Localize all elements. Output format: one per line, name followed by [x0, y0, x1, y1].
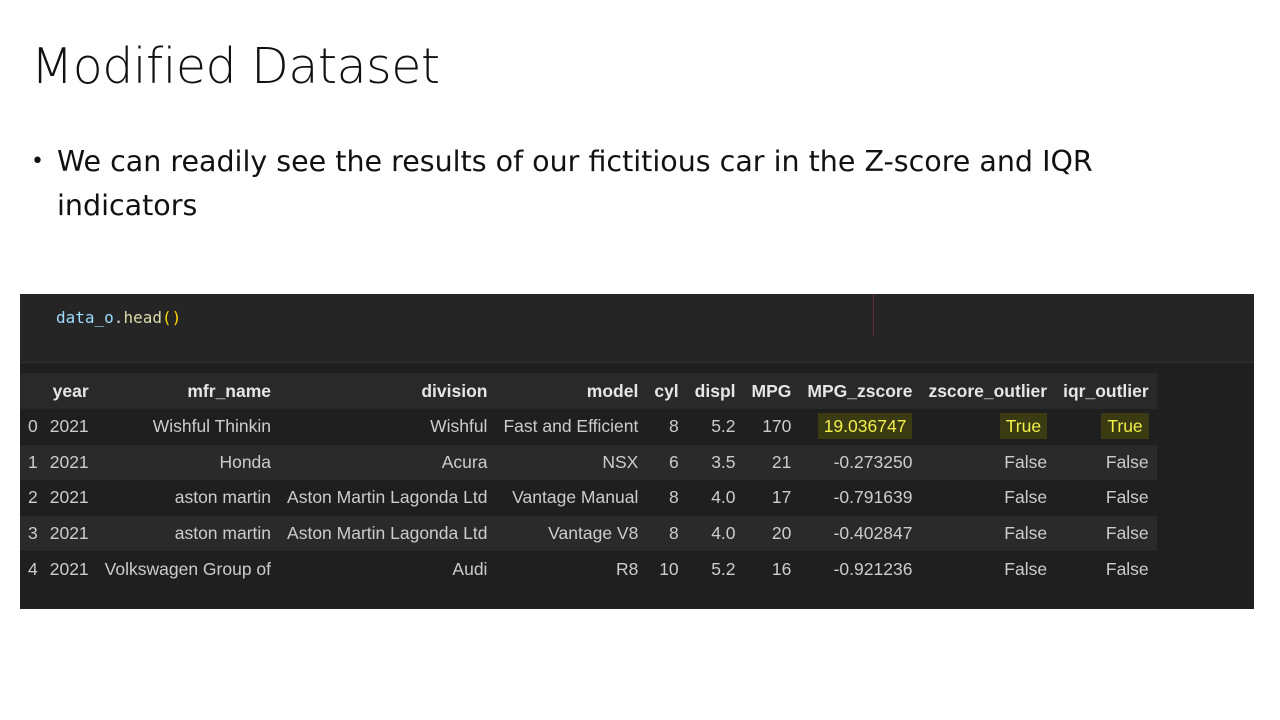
table-cell: 4.0 [686, 480, 744, 516]
table-cell: 2021 [41, 480, 97, 516]
table-cell: False [920, 444, 1056, 481]
code-line: data_o.head() [56, 308, 181, 327]
dataframe-table: year mfr_name division model cyl displ MPG MPG_… [20, 373, 1157, 587]
table-cell: Volkswagen Group of [96, 551, 280, 587]
table-cell: True [1055, 409, 1157, 445]
table-cell: R8 [495, 551, 647, 587]
slide-title: Modified Dataset [31, 38, 440, 95]
table-cell: Aston Martin Lagonda Ltd [279, 515, 496, 552]
table-cell: aston martin [96, 515, 280, 552]
table-cell: 5.2 [686, 551, 744, 587]
table-row: 0 2021 Wishful Thinkin Wishful Fast and Effi… [20, 409, 1157, 445]
slide: Modified Dataset • We can readily see th… [0, 0, 1280, 720]
column-header: mfr_name [96, 373, 280, 409]
table-cell: 21 [743, 444, 800, 481]
table-cell: False [1055, 480, 1157, 516]
index-header [20, 373, 42, 409]
table-row: 4 2021 Volkswagen Group of Audi R8 10 5.2 16 -0.… [20, 551, 1157, 587]
table-cell: Wishful Thinkin [96, 409, 280, 445]
table-cell: 170 [743, 409, 800, 445]
table-cell: -0.273250 [799, 444, 921, 481]
row-index: 2 [20, 480, 42, 516]
table-cell: Aston Martin Lagonda Ltd [279, 480, 496, 516]
table-cell: 8 [646, 515, 687, 552]
table-row: 3 2021 aston martin Aston Martin Lagonda Lt… [20, 515, 1157, 552]
table-cell: Vantage Manual [495, 480, 647, 516]
table-cell: Honda [96, 444, 280, 481]
code-dot: . [113, 308, 124, 327]
table-cell: Acura [279, 444, 496, 481]
notebook-output-panel: data_o.head() year mfr_name division model c… [20, 294, 1254, 609]
row-index: 0 [20, 409, 42, 445]
table-cell: 2021 [41, 551, 97, 587]
dataframe-output: year mfr_name division model cyl displ MPG MPG_… [20, 373, 1157, 587]
editor-ruler [873, 294, 874, 336]
code-variable: data_o [56, 308, 114, 327]
column-header: iqr_outlier [1055, 373, 1157, 409]
table-cell: 2021 [41, 444, 97, 481]
code-method: head [123, 308, 162, 327]
table-cell: 6 [646, 444, 687, 481]
table-cell: Vantage V8 [495, 515, 647, 552]
table-cell: False [1055, 551, 1157, 587]
table-cell: -0.791639 [799, 480, 921, 516]
table-cell: False [1055, 444, 1157, 481]
table-cell: Wishful [279, 409, 496, 445]
highlighted-value: True [1101, 413, 1149, 440]
table-cell: -0.921236 [799, 551, 921, 587]
table-cell: 3.5 [686, 444, 744, 481]
table-cell: -0.402847 [799, 515, 921, 552]
code-cell[interactable]: data_o.head() [20, 294, 1254, 363]
bullet-text: We can readily see the results of our fi… [57, 145, 1093, 222]
table-row: 1 2021 Honda Acura NSX 6 3.5 21 -0.273250 False Fa… [20, 444, 1157, 481]
table-cell: 2021 [41, 409, 97, 445]
column-header: displ [686, 373, 744, 409]
table-cell: 8 [646, 409, 687, 445]
row-index: 4 [20, 551, 42, 587]
table-cell: 16 [743, 551, 800, 587]
bullet-point: • We can readily see the results of our … [31, 140, 1221, 228]
table-cell: 2021 [41, 515, 97, 552]
table-cell: 17 [743, 480, 800, 516]
column-header: division [279, 373, 496, 409]
row-index: 1 [20, 444, 42, 481]
table-cell: 10 [646, 551, 687, 587]
table-cell: 8 [646, 480, 687, 516]
table-row: 2 2021 aston martin Aston Martin Lagonda Lt… [20, 480, 1157, 516]
code-parens: () [161, 308, 182, 327]
table-cell: 20 [743, 515, 800, 552]
table-cell: False [920, 515, 1056, 552]
table-cell: True [920, 409, 1056, 445]
table-cell: False [920, 551, 1056, 587]
table-cell: 5.2 [686, 409, 744, 445]
column-header: zscore_outlier [920, 373, 1056, 409]
table-cell: False [1055, 515, 1157, 552]
highlighted-value: 19.036747 [817, 413, 913, 440]
table-header-row: year mfr_name division model cyl displ MPG MPG_… [20, 373, 1157, 409]
table-cell: False [920, 480, 1056, 516]
column-header: MPG_zscore [799, 373, 921, 409]
table-cell: aston martin [96, 480, 280, 516]
highlighted-value: True [999, 413, 1048, 440]
bullet-icon: • [31, 149, 44, 174]
column-header: model [495, 373, 647, 409]
table-cell: NSX [495, 444, 647, 481]
column-header: cyl [646, 373, 687, 409]
column-header: year [41, 373, 97, 409]
column-header: MPG [743, 373, 800, 409]
table-cell: 4.0 [686, 515, 744, 552]
table-cell: Audi [279, 551, 496, 587]
table-cell: 19.036747 [799, 409, 921, 445]
table-cell: Fast and Efficient [495, 409, 647, 445]
row-index: 3 [20, 515, 42, 552]
